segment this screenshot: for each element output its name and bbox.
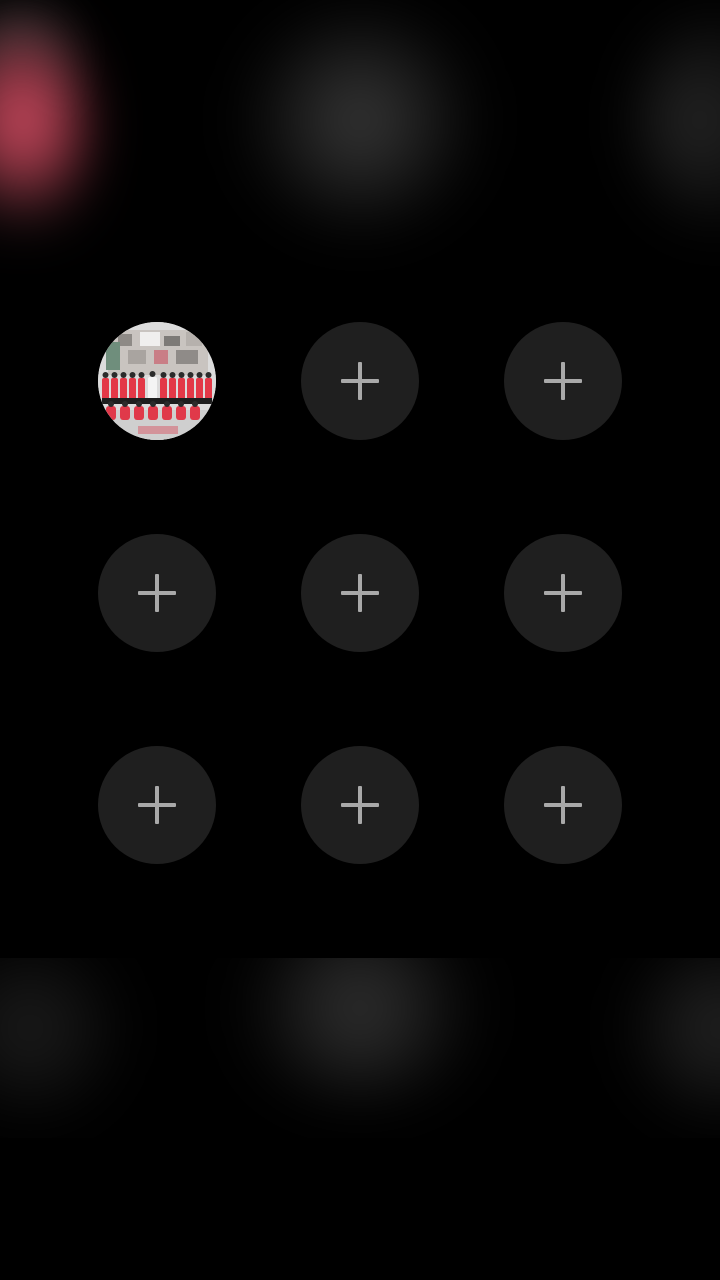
plus-icon (544, 786, 582, 824)
screen (0, 0, 720, 1280)
plus-icon (544, 362, 582, 400)
plus-icon (341, 786, 379, 824)
plus-icon (544, 574, 582, 612)
add-slot-button[interactable] (504, 534, 622, 652)
add-slot-button[interactable] (301, 322, 419, 440)
plus-icon (138, 574, 176, 612)
add-slot-button[interactable] (504, 322, 622, 440)
blurred-background-shape (640, 10, 720, 230)
blurred-background-shape (240, 10, 480, 230)
blurred-background-shape (0, 0, 70, 110)
plus-icon (138, 786, 176, 824)
blurred-background-shape (0, 958, 120, 1118)
add-slot-button[interactable] (98, 746, 216, 864)
add-slot-button[interactable] (301, 534, 419, 652)
photo-slot[interactable] (98, 322, 216, 440)
plus-icon (341, 574, 379, 612)
add-slot-button[interactable] (504, 746, 622, 864)
blurred-background-shape (630, 958, 720, 1118)
add-slot-button[interactable] (98, 534, 216, 652)
plus-icon (341, 362, 379, 400)
blurred-background-shape (230, 958, 490, 1098)
blurred-background-shape (0, 20, 80, 240)
add-slot-button[interactable] (301, 746, 419, 864)
group-photo-image (98, 322, 216, 440)
blurred-bottom-strip (0, 958, 720, 1138)
